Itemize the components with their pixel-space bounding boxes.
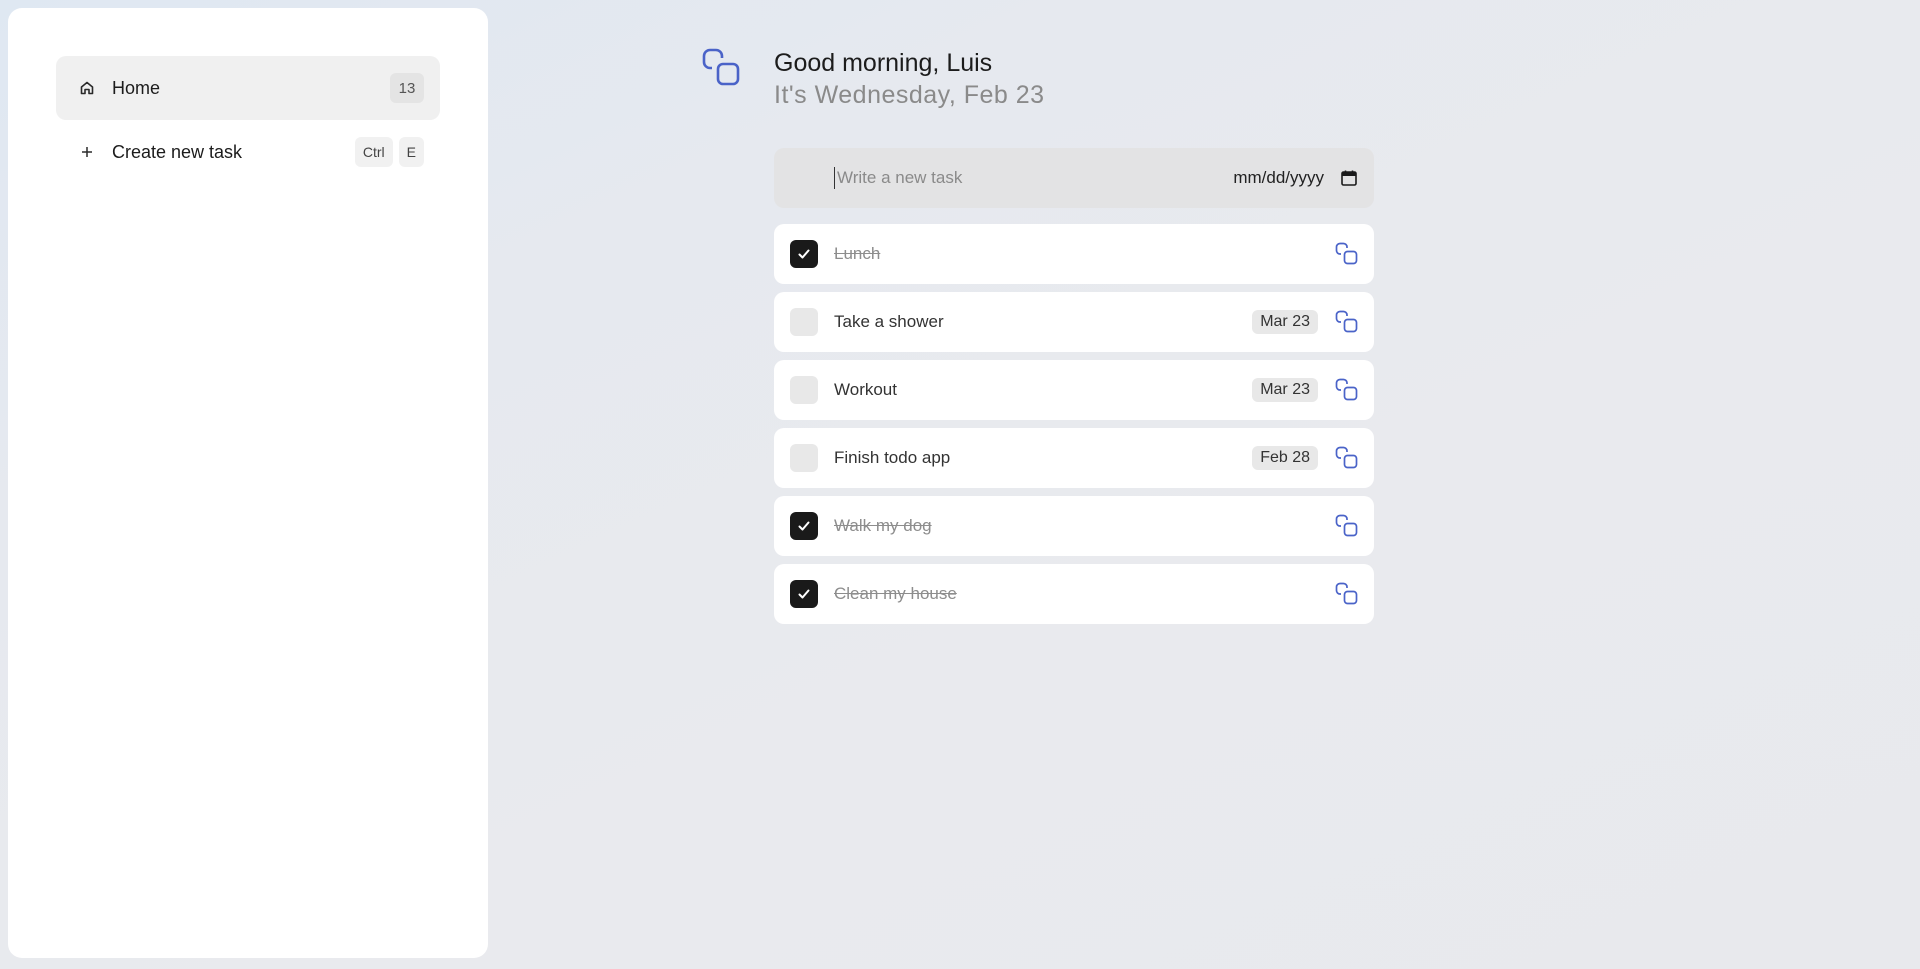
checkmark-icon: [796, 586, 812, 602]
create-task-label: Create new task: [112, 141, 243, 162]
duplicate-icon[interactable]: [1334, 581, 1360, 607]
task-checkbox[interactable]: [790, 308, 818, 336]
task-checkbox-checked[interactable]: [790, 512, 818, 540]
task-title: Clean my house: [834, 584, 957, 603]
task-item[interactable]: Walk my dog: [774, 496, 1374, 556]
duplicate-icon[interactable]: [1334, 241, 1360, 267]
checkmark-icon: [796, 246, 812, 262]
new-task-input[interactable]: [834, 167, 1234, 189]
duplicate-icon[interactable]: [1334, 513, 1360, 539]
due-date-badge: Mar 23: [1252, 310, 1318, 334]
home-icon: [78, 79, 96, 97]
task-item[interactable]: Clean my house: [774, 564, 1374, 624]
task-list: Lunch Take a shower Mar 23 Workout Mar 23 Fin…: [774, 224, 1374, 624]
task-item[interactable]: Lunch: [774, 224, 1374, 284]
task-item[interactable]: Finish todo app Feb 28: [774, 428, 1374, 488]
task-item[interactable]: Take a shower Mar 23: [774, 292, 1374, 352]
task-area: mm/dd/yyyy LunchTake a showerMar 23Worko…: [774, 148, 1374, 632]
sidebar: Home 13 Create new task Ctrl E: [8, 8, 488, 958]
shortcut-key-ctrl: Ctrl: [354, 137, 393, 167]
task-checkbox-checked[interactable]: [790, 580, 818, 608]
task-item[interactable]: Workout Mar 23: [774, 360, 1374, 420]
calendar-icon[interactable]: [1340, 169, 1358, 187]
task-title: Workout: [834, 380, 897, 399]
task-count-badge: 13: [390, 73, 424, 103]
task-checkbox[interactable]: [790, 444, 818, 472]
greeting-title: Good morning, Luis: [774, 49, 993, 77]
plus-icon: [78, 143, 96, 161]
task-title: Take a shower: [834, 312, 944, 331]
sidebar-item-label: Home: [112, 77, 161, 98]
sidebar-item-home[interactable]: Home 13: [56, 56, 440, 120]
date-placeholder: mm/dd/yyyy: [1233, 168, 1324, 187]
task-checkbox[interactable]: [790, 376, 818, 404]
duplicate-icon[interactable]: [1334, 445, 1360, 471]
task-title: Lunch: [834, 244, 881, 263]
create-task-button[interactable]: Create new task Ctrl E: [56, 120, 440, 184]
new-task-bar: mm/dd/yyyy: [774, 148, 1374, 208]
due-date-field[interactable]: mm/dd/yyyy: [1233, 168, 1358, 188]
checkmark-icon: [796, 518, 812, 534]
shortcut-key-e: E: [398, 137, 424, 167]
due-date-badge: Mar 23: [1252, 378, 1318, 402]
due-date-badge: Feb 28: [1252, 446, 1318, 470]
copy-squares-icon: [702, 48, 742, 88]
duplicate-icon[interactable]: [1334, 377, 1360, 403]
task-title: Finish todo app: [834, 448, 951, 467]
task-checkbox-checked[interactable]: [790, 240, 818, 268]
date-subtitle: It's Wednesday, Feb 23: [774, 81, 1045, 109]
page-header: Good morning, Luis It's Wednesday, Feb 2…: [702, 46, 1045, 110]
task-title: Walk my dog: [834, 516, 932, 535]
duplicate-icon[interactable]: [1334, 309, 1360, 335]
